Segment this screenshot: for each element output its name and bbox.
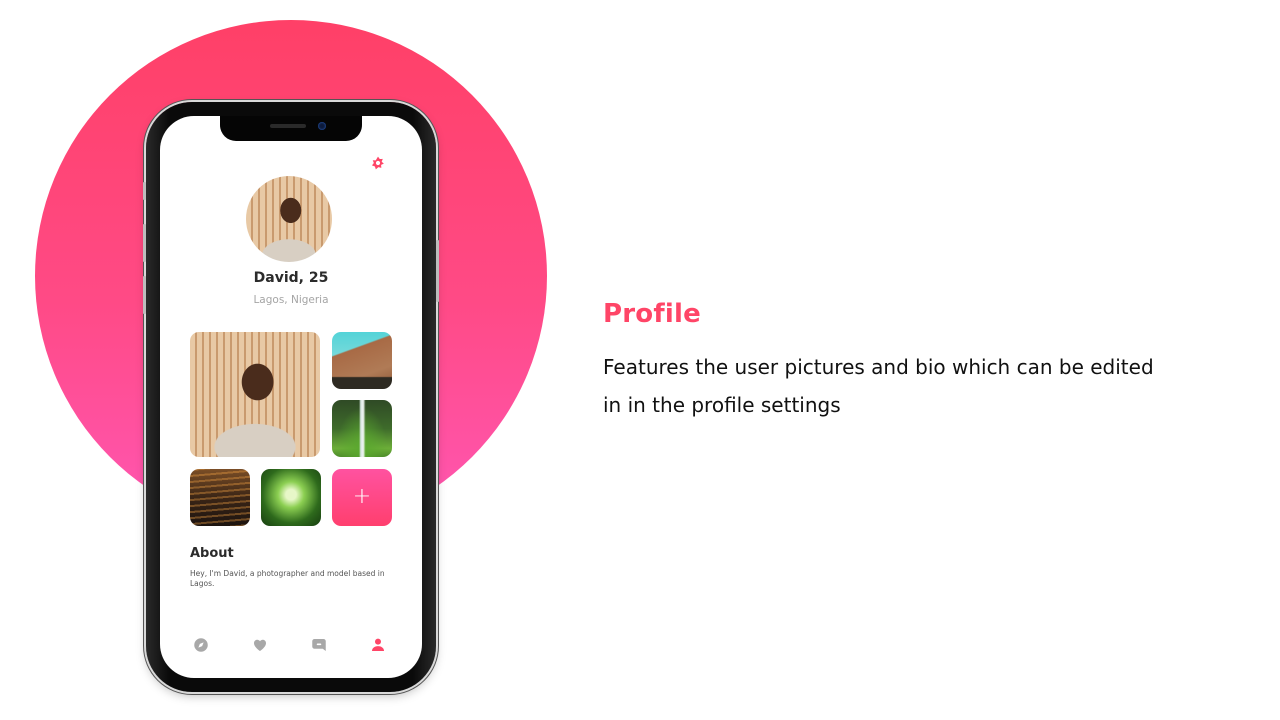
silent-switch	[143, 182, 146, 200]
profile-location: Lagos, Nigeria	[253, 294, 329, 306]
about-text: Hey, I'm David, a photographer and model…	[190, 569, 385, 588]
about-heading: About	[190, 546, 234, 561]
phone-mockup: David, 25 Lagos, Nigeria + About Hey, I'…	[143, 102, 439, 692]
feature-title: Profile	[603, 299, 701, 329]
bottom-tab-bar	[160, 636, 422, 656]
photo-waterfall[interactable]	[332, 400, 392, 457]
speaker	[270, 124, 306, 128]
heart-icon[interactable]	[251, 636, 269, 654]
volume-up-button	[143, 224, 146, 262]
phone-screen: David, 25 Lagos, Nigeria + About Hey, I'…	[160, 116, 422, 678]
profile-name: David, 25	[253, 270, 329, 286]
front-camera	[318, 122, 326, 130]
volume-down-button	[143, 276, 146, 314]
notch	[220, 116, 362, 141]
photo-sunset-water[interactable]	[190, 469, 250, 526]
photo-mountain[interactable]	[332, 332, 392, 389]
power-button	[436, 240, 439, 302]
compass-icon[interactable]	[192, 636, 210, 654]
feature-description: Features the user pictures and bio which…	[603, 355, 1154, 417]
photo-portrait[interactable]	[190, 332, 320, 457]
gear-icon[interactable]	[371, 156, 385, 170]
chat-icon[interactable]	[310, 636, 328, 654]
profile-avatar[interactable]	[246, 176, 332, 262]
photo-bamboo-forest[interactable]	[261, 469, 321, 526]
add-photo-button[interactable]: +	[332, 469, 392, 526]
user-icon[interactable]	[369, 636, 387, 654]
